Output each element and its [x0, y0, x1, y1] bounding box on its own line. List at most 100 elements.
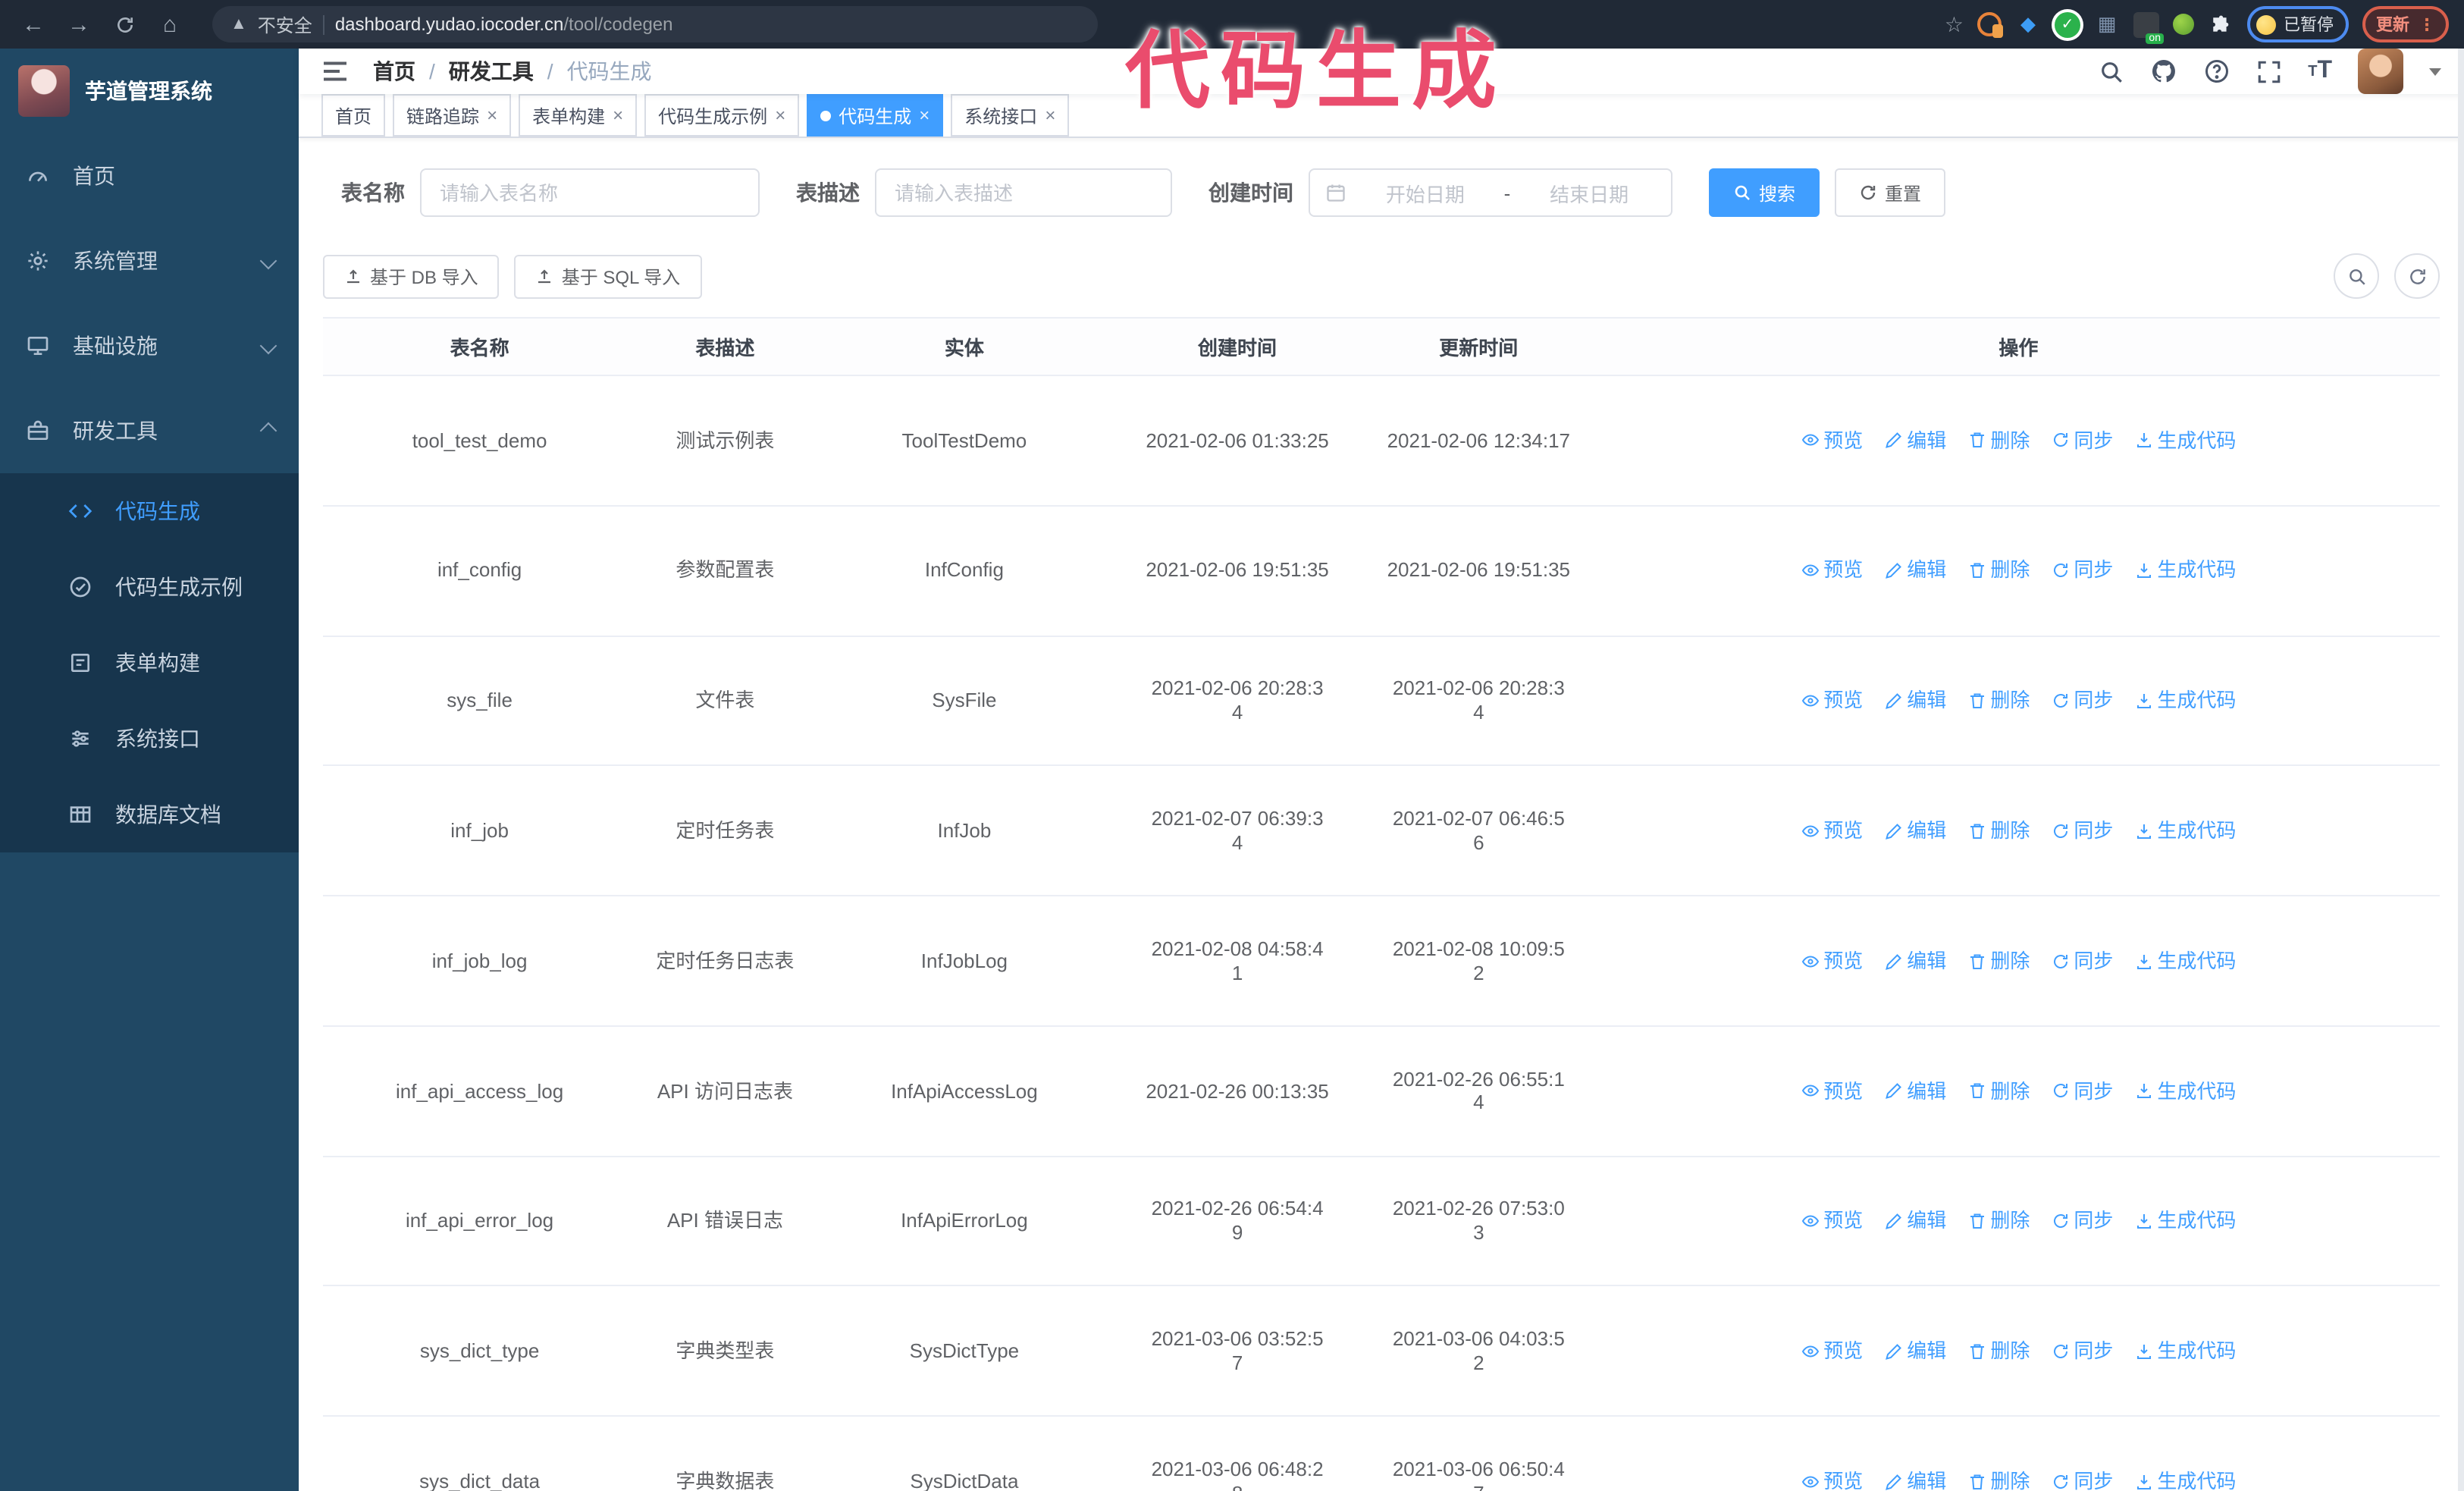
help-icon[interactable]	[2203, 58, 2230, 85]
edit-link[interactable]: 编辑	[1884, 949, 1946, 972]
preview-link[interactable]: 预览	[1801, 1079, 1863, 1103]
search-button[interactable]: 搜索	[1709, 168, 1820, 217]
sync-link[interactable]: 同步	[2051, 689, 2113, 712]
browser-back-button[interactable]: ←	[15, 6, 52, 42]
generate-code-link[interactable]: 生成代码	[2134, 689, 2236, 712]
delete-link[interactable]: 删除	[1967, 689, 2030, 712]
close-icon[interactable]: ×	[919, 105, 929, 126]
sync-link[interactable]: 同步	[2051, 559, 2113, 582]
table-row[interactable]: inf_config 参数配置表 InfConfig 2021-02-06 19…	[323, 505, 2440, 637]
sidebar-item-form-builder[interactable]: 表单构建	[0, 625, 299, 701]
table-row[interactable]: sys_file 文件表 SysFile 2021-02-06 20:28:3 …	[323, 636, 2440, 767]
generate-code-link[interactable]: 生成代码	[2134, 1210, 2236, 1233]
edit-link[interactable]: 编辑	[1884, 819, 1946, 843]
table-row[interactable]: tool_test_demo 测试示例表 ToolTestDemo 2021-0…	[323, 375, 2440, 507]
tab-form-builder[interactable]: 表单构建 ×	[519, 94, 638, 137]
browser-reload-button[interactable]	[106, 6, 143, 42]
app-logo[interactable]: 芋道管理系统	[0, 49, 299, 133]
sidebar-item-system-api[interactable]: 系统接口	[0, 701, 299, 777]
github-icon[interactable]	[2150, 58, 2177, 85]
table-row[interactable]: inf_api_access_log API 访问日志表 InfApiAcces…	[323, 1025, 2440, 1157]
generate-code-link[interactable]: 生成代码	[2134, 819, 2236, 843]
delete-link[interactable]: 删除	[1967, 1339, 2030, 1363]
import-sql-button[interactable]: 基于 SQL 导入	[514, 254, 702, 298]
delete-link[interactable]: 删除	[1967, 1079, 2030, 1103]
user-menu-caret-icon[interactable]	[2429, 67, 2441, 81]
extension-icon-1[interactable]	[1977, 12, 2003, 38]
bookmark-star-icon[interactable]: ☆	[1945, 11, 1964, 37]
edit-link[interactable]: 编辑	[1884, 428, 1946, 452]
preview-link[interactable]: 预览	[1801, 1339, 1863, 1363]
edit-link[interactable]: 编辑	[1884, 689, 1946, 712]
browser-home-button[interactable]: ⌂	[152, 6, 188, 42]
browser-update-button[interactable]: 更新 ⋮	[2362, 6, 2449, 42]
edit-link[interactable]: 编辑	[1884, 1470, 1946, 1491]
table-row[interactable]: sys_dict_type 字典类型表 SysDictType 2021-03-…	[323, 1285, 2440, 1417]
table-row[interactable]: inf_job 定时任务表 InfJob 2021-02-07 06:39:3 …	[323, 765, 2440, 897]
sidebar-item-infra[interactable]: 基础设施	[0, 303, 299, 388]
sync-link[interactable]: 同步	[2051, 819, 2113, 843]
generate-code-link[interactable]: 生成代码	[2134, 1470, 2236, 1491]
sync-link[interactable]: 同步	[2051, 1210, 2113, 1233]
sync-link[interactable]: 同步	[2051, 1079, 2113, 1103]
delete-link[interactable]: 删除	[1967, 949, 2030, 972]
close-icon[interactable]: ×	[775, 105, 785, 126]
sidebar-item-system[interactable]: 系统管理	[0, 218, 299, 303]
window-scrollbar[interactable]	[2458, 49, 2464, 1491]
preview-link[interactable]: 预览	[1801, 689, 1863, 712]
delete-link[interactable]: 删除	[1967, 428, 2030, 452]
sidebar-item-codegen[interactable]: 代码生成	[0, 473, 299, 549]
sidebar-item-db-doc[interactable]: 数据库文档	[0, 777, 299, 852]
breadcrumb-section[interactable]: 研发工具	[449, 56, 534, 86]
hamburger-icon[interactable]	[321, 59, 349, 83]
import-db-button[interactable]: 基于 DB 导入	[323, 254, 500, 298]
fullscreen-icon[interactable]	[2256, 58, 2282, 84]
reset-button[interactable]: 重置	[1835, 168, 1946, 217]
table-row[interactable]: sys_dict_data 字典数据表 SysDictData 2021-03-…	[323, 1416, 2440, 1491]
delete-link[interactable]: 删除	[1967, 1210, 2030, 1233]
delete-link[interactable]: 删除	[1967, 1470, 2030, 1491]
toggle-search-button[interactable]	[2334, 253, 2379, 299]
extension-icon-2[interactable]: ◆	[2015, 11, 2041, 37]
date-range-picker[interactable]: 开始日期 - 结束日期	[1309, 168, 1672, 217]
close-icon[interactable]: ×	[1045, 105, 1055, 126]
delete-link[interactable]: 删除	[1967, 819, 2030, 843]
user-avatar[interactable]	[2358, 49, 2403, 94]
preview-link[interactable]: 预览	[1801, 428, 1863, 452]
sidebar-item-codegen-example[interactable]: 代码生成示例	[0, 549, 299, 625]
preview-link[interactable]: 预览	[1801, 1470, 1863, 1491]
font-size-icon[interactable]: TT	[2308, 58, 2332, 85]
generate-code-link[interactable]: 生成代码	[2134, 1339, 2236, 1363]
delete-link[interactable]: 删除	[1967, 559, 2030, 582]
table-row[interactable]: inf_job_log 定时任务日志表 InfJobLog 2021-02-08…	[323, 896, 2440, 1027]
extension-icon-3[interactable]: ✓	[2055, 11, 2080, 37]
extension-puzzle-icon[interactable]	[2208, 11, 2234, 37]
tab-codegen-example[interactable]: 代码生成示例 ×	[644, 94, 800, 137]
preview-link[interactable]: 预览	[1801, 559, 1863, 582]
extension-icon-6[interactable]	[2173, 14, 2194, 35]
preview-link[interactable]: 预览	[1801, 949, 1863, 972]
edit-link[interactable]: 编辑	[1884, 1339, 1946, 1363]
preview-link[interactable]: 预览	[1801, 1210, 1863, 1233]
tab-tracing[interactable]: 链路追踪 ×	[393, 94, 512, 137]
address-bar[interactable]: ▲ 不安全 dashboard.yudao.iocoder.cn/tool/co…	[212, 6, 1098, 42]
table-row[interactable]: inf_api_error_log API 错误日志 InfApiErrorLo…	[323, 1156, 2440, 1287]
close-icon[interactable]: ×	[613, 105, 623, 126]
edit-link[interactable]: 编辑	[1884, 1210, 1946, 1233]
edit-link[interactable]: 编辑	[1884, 1079, 1946, 1103]
tab-home[interactable]: 首页	[321, 94, 386, 137]
sync-link[interactable]: 同步	[2051, 1339, 2113, 1363]
generate-code-link[interactable]: 生成代码	[2134, 428, 2236, 452]
extension-icon-4[interactable]: ▦	[2094, 11, 2120, 37]
sync-link[interactable]: 同步	[2051, 428, 2113, 452]
preview-link[interactable]: 预览	[1801, 819, 1863, 843]
refresh-table-button[interactable]	[2394, 253, 2440, 299]
sync-link[interactable]: 同步	[2051, 949, 2113, 972]
sidebar-item-devtools[interactable]: 研发工具	[0, 388, 299, 473]
tab-system-api[interactable]: 系统接口 ×	[951, 94, 1070, 137]
sidebar-item-home[interactable]: 首页	[0, 133, 299, 218]
close-icon[interactable]: ×	[487, 105, 497, 126]
extension-icon-5[interactable]: on	[2133, 11, 2164, 43]
generate-code-link[interactable]: 生成代码	[2134, 949, 2236, 972]
table-name-input[interactable]	[420, 168, 760, 217]
